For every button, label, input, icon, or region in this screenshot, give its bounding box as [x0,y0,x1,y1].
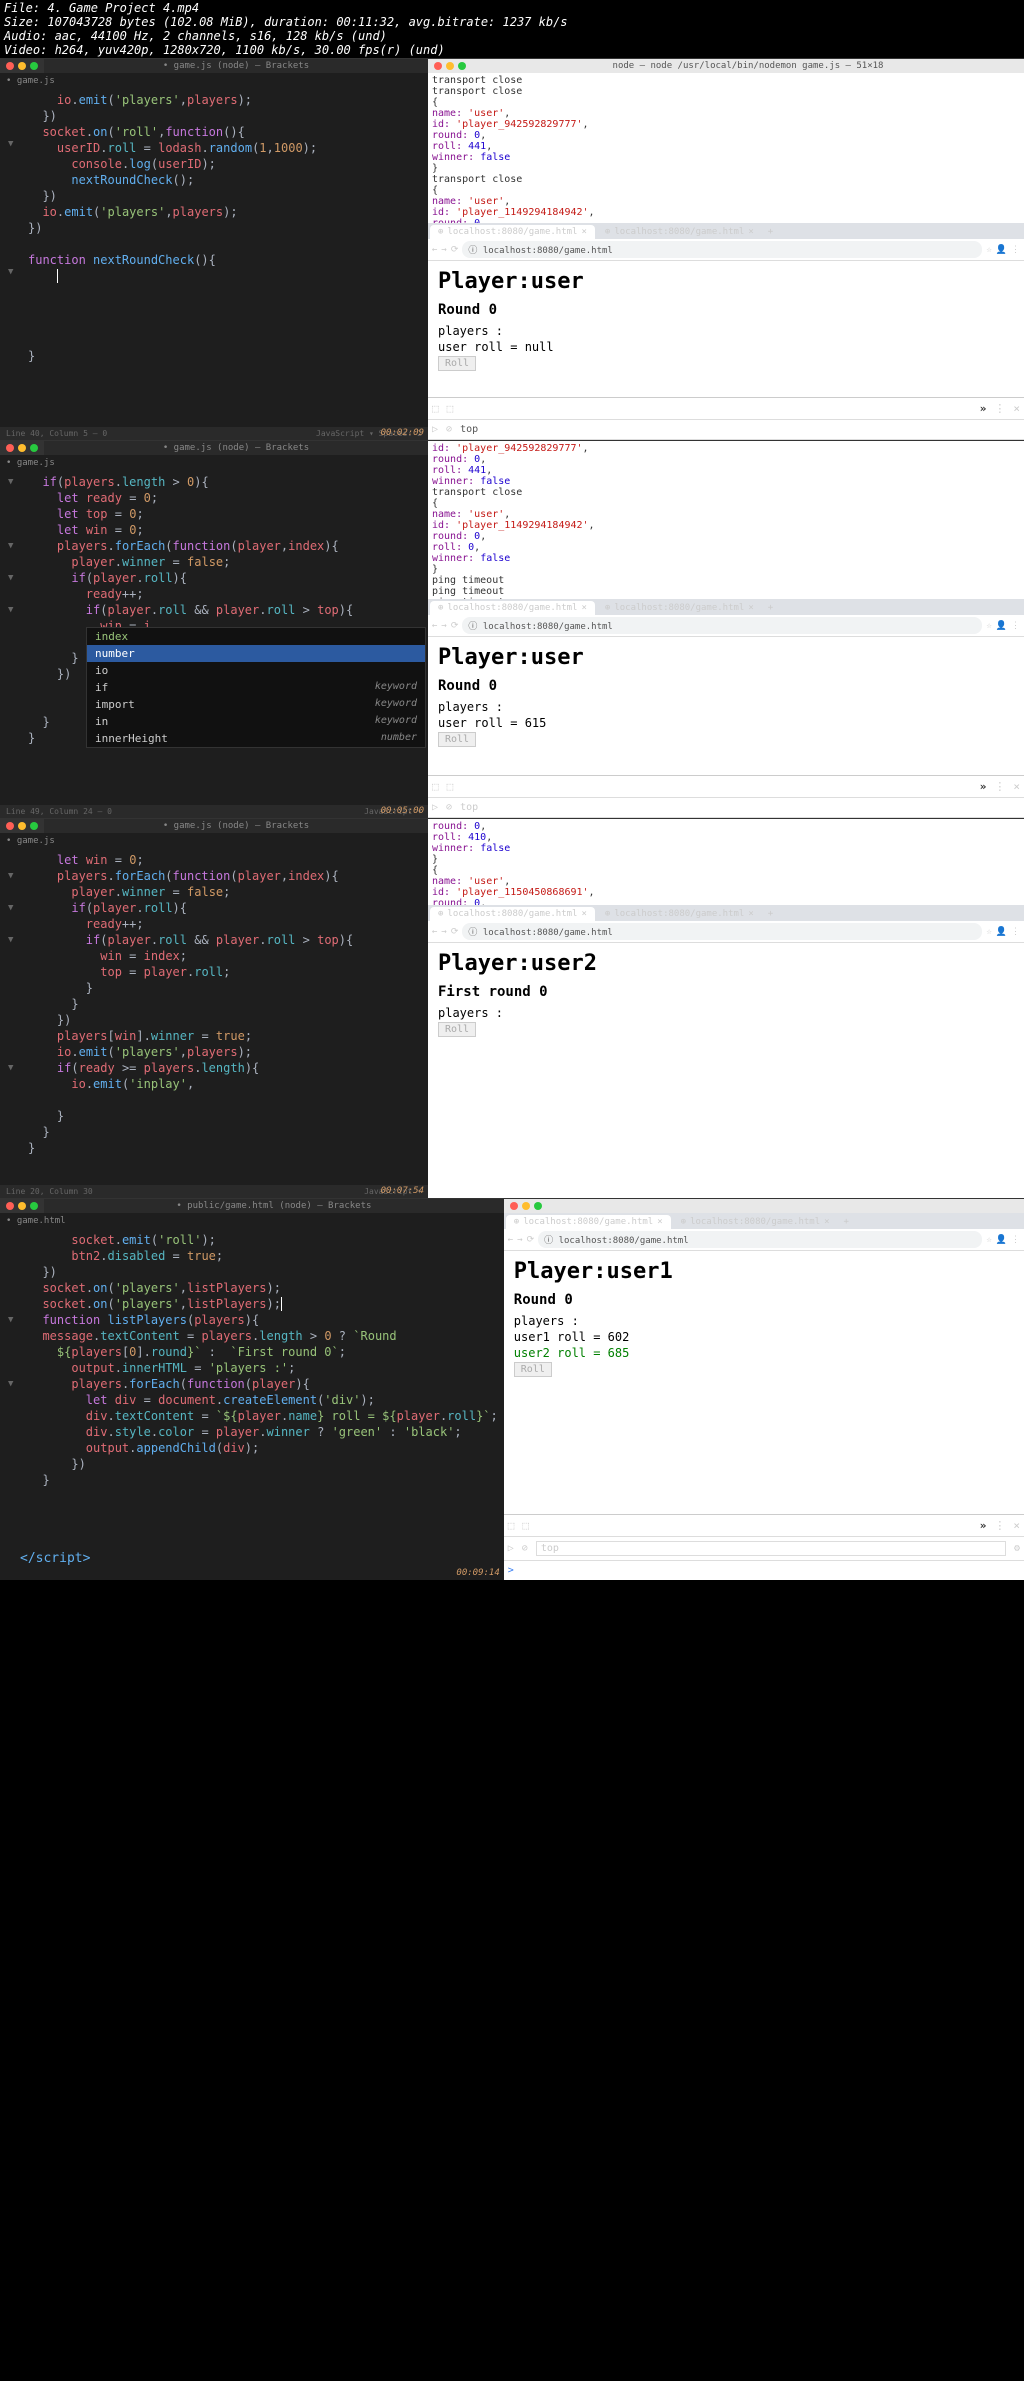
forward-icon[interactable]: → [441,621,446,631]
players-label: players : [438,324,1014,338]
autocomplete-popup[interactable]: index number io ifkeyword importkeyword … [86,627,426,748]
page-content: Player:user Round 0 players : user roll … [428,261,1024,397]
page-title: Player:user1 [514,1259,1014,1284]
round-label: Round 0 [514,1292,1014,1308]
roll-user2: user2 roll = 685 [514,1346,1014,1360]
devtools-expand-icon[interactable]: » [980,1519,987,1532]
page-content: Player:user Round 0 players : user roll … [428,637,1024,775]
timestamp: 00:09:14 [456,1568,499,1578]
console-play-icon[interactable]: ▷ [508,1543,514,1554]
page-content: Player:user1 Round 0 players : user1 rol… [504,1251,1024,1514]
terminal-output[interactable]: round: 0, roll: 410, winner: false } { n… [428,819,1024,905]
reload-icon[interactable]: ⟳ [451,245,459,255]
device-icon[interactable]: ⬚ [522,1519,529,1532]
menu-icon[interactable]: ⋮ [1011,245,1020,255]
console-context[interactable]: top [536,1541,1006,1556]
code-area[interactable]: socket.emit('roll'); btn2.disabled = tru… [0,1228,504,1492]
reload-icon[interactable]: ⟳ [451,621,459,631]
roll-button[interactable]: Roll [438,356,476,371]
roll-text: user roll = null [438,340,1014,354]
window-controls[interactable] [0,441,44,455]
devtools-menu-icon[interactable]: ⋮ [994,402,1005,415]
settings-icon[interactable]: ⚙ [1014,1543,1020,1554]
page-content: Player:user2 First round 0 players : Rol… [428,943,1024,1198]
window-controls[interactable] [0,59,44,73]
timestamp: 00:02:09 [381,428,424,438]
roll-button[interactable]: Roll [438,1022,476,1037]
console-prompt: > [508,1565,514,1576]
chrome-tab-active[interactable]: ⊕ localhost:8080/game.html × [430,225,595,239]
editor-title: • game.js (node) — Brackets [44,59,428,73]
new-tab-button[interactable]: + [764,225,777,239]
term-window-controls[interactable] [428,59,472,73]
devtools: ⬚ ⬚ » ⋮ × ▷ ⊘ top ⚙ > [504,1514,1024,1580]
chrome-toolbar: ← → ⟳ ⓘ localhost:8080/game.html ☆ 👤 ⋮ [428,239,1024,261]
timestamp: 00:07:54 [381,1186,424,1196]
devtools-close-icon[interactable]: × [1013,402,1020,415]
address-bar[interactable]: ⓘ localhost:8080/game.html [462,241,982,258]
star-icon[interactable]: ☆ [986,245,991,255]
address-bar[interactable]: ⓘ localhost:8080/game.html [538,1231,982,1248]
file-info: File: 4. Game Project 4.mp4 Size: 107043… [0,0,1024,58]
console-clear-icon[interactable]: ⊘ [522,1543,528,1554]
roll-button[interactable]: Roll [514,1362,552,1377]
status-bar: Line 40, Column 5 — 0JavaScript ▾ Spaces… [0,427,428,440]
panel-2: • game.js (node) — Brackets • game.js ▼ … [0,440,1024,818]
profile-icon[interactable]: 👤 [996,245,1007,255]
devtools: ⬚ ⬚ » ⋮ × ▷ ⊘ top [428,397,1024,440]
panel-4: • public/game.html (node) — Brackets • g… [0,1198,1024,1580]
timestamp: 00:05:00 [381,806,424,816]
round-label: First round 0 [438,984,1014,1000]
chrome-tabs[interactable]: ⊕ localhost:8080/game.html × ⊕ localhost… [428,599,1024,615]
file-tab[interactable]: • game.js [0,456,61,470]
back-icon[interactable]: ← [432,621,437,631]
ac-item-number[interactable]: number [87,645,425,662]
status-bar: Line 49, Column 24 — 0JavaScript ▾ [0,805,428,818]
devtools-expand-icon[interactable]: » [980,402,987,415]
devtools-menu-icon[interactable]: ⋮ [994,1519,1005,1532]
device-icon[interactable]: ⬚ [447,402,454,415]
roll-button[interactable]: Roll [438,732,476,747]
terminal-output[interactable]: transport close transport close { name: … [428,73,1024,223]
ac-item-index[interactable]: index [87,628,425,645]
devtools-close-icon[interactable]: × [1013,1519,1020,1532]
panel-3: • game.js (node) — Brackets • game.js le… [0,818,1024,1198]
terminal-output[interactable]: id: 'player_942592829777', round: 0, rol… [428,441,1024,599]
file-tab[interactable]: • game.js [0,74,61,88]
code-area[interactable]: io.emit('players',players); }) ▼ socket.… [0,88,428,368]
script-close-tag: </script> [0,1551,90,1566]
panel-1: • game.js (node) — Brackets • game.js io… [0,58,1024,440]
address-bar[interactable]: ⓘ localhost:8080/game.html [462,617,982,634]
page-title: Player:user [438,645,1014,670]
console-body[interactable]: > [504,1561,1024,1580]
code-area[interactable]: let win = 0; ▼ players.forEach(function(… [0,848,428,1160]
page-title: Player:user [438,269,1014,294]
round-label: Round 0 [438,302,1014,318]
back-icon[interactable]: ← [432,245,437,255]
chrome-tabs[interactable]: ⊕ localhost:8080/game.html × ⊕ localhost… [428,223,1024,239]
round-label: Round 0 [438,678,1014,694]
forward-icon[interactable]: → [441,245,446,255]
chrome-tab-2[interactable]: ⊕ localhost:8080/game.html × [597,225,762,239]
console-play-icon[interactable]: ▷ [432,424,438,435]
inspect-icon[interactable]: ⬚ [508,1519,515,1532]
inspect-icon[interactable]: ⬚ [432,402,439,415]
page-title: Player:user2 [438,951,1014,976]
roll-user1: user1 roll = 602 [514,1330,1014,1344]
console-clear-icon[interactable]: ⊘ [446,424,452,435]
